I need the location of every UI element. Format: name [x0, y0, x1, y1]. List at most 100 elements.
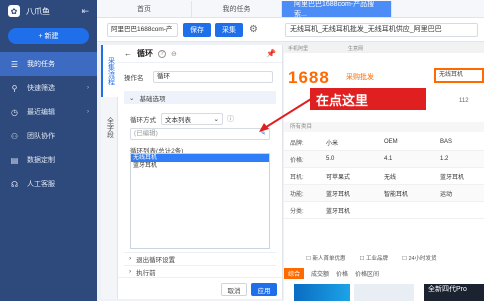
- brand-name: 八爪鱼: [26, 6, 50, 16]
- tab-current-task[interactable]: 阿里巴巴1688com-产品搜索...: [282, 1, 392, 18]
- list-item[interactable]: 无线耳机: [131, 154, 269, 162]
- top-link[interactable]: 手机阿里: [288, 45, 308, 52]
- table-cell[interactable]: 蓝牙耳机: [440, 172, 484, 181]
- loop-mode-row: 循环方式 文本列表 ⌄ ⓘ: [130, 113, 234, 125]
- cancel-button[interactable]: 取消: [221, 283, 247, 296]
- op-name-field[interactable]: 循环: [153, 71, 273, 83]
- task-name-input[interactable]: 阿里巴巴1688com-产: [107, 23, 178, 37]
- chevron-down-icon: ⌄: [213, 116, 219, 123]
- chevron-right-icon: ›: [87, 109, 89, 115]
- top-link[interactable]: 生意网: [348, 45, 363, 52]
- gear-icon[interactable]: ⚙: [249, 24, 258, 35]
- apply-button[interactable]: 应用: [251, 283, 277, 296]
- loop-text-input[interactable]: (已编辑): [130, 128, 270, 140]
- tab-workflow[interactable]: 采集流程: [101, 45, 118, 97]
- sidebar-item-recent[interactable]: ◷ 最近编辑 ›: [0, 100, 97, 124]
- chevron-right-icon: ›: [129, 255, 132, 262]
- page-url-bar[interactable]: 无线耳机_无线耳机批发_无线耳机供应_阿里巴巴: [285, 23, 478, 37]
- sidebar-item-support[interactable]: ☊ 人工客服: [0, 172, 97, 196]
- collapse-sidebar-icon[interactable]: ⇤: [81, 6, 89, 17]
- table-cell[interactable]: 4.1: [384, 156, 440, 162]
- category-bar[interactable]: 所有类目: [284, 122, 484, 132]
- table-cell[interactable]: 智能耳机: [384, 189, 440, 198]
- edit-icon[interactable]: ✎: [260, 129, 266, 137]
- tab-my-tasks[interactable]: 我的任务: [192, 1, 282, 17]
- loop-mode-select[interactable]: 文本列表 ⌄: [161, 113, 223, 125]
- filter-checkbox[interactable]: ☐ 新人首单优惠: [306, 254, 345, 262]
- headset-icon: ☊: [10, 179, 19, 189]
- text-input-row: (已编辑) ✎: [130, 128, 270, 140]
- toggle-icon[interactable]: ⊖: [171, 50, 177, 58]
- guide-tooltip: 在点这里: [310, 88, 426, 110]
- back-arrow-icon[interactable]: ←: [124, 49, 132, 58]
- sidebar-item-label: 数据定制: [27, 157, 55, 164]
- workflow-vertical-tabs: 采集流程 全字段: [101, 45, 118, 299]
- table-cell[interactable]: 蓝牙耳机: [326, 189, 384, 198]
- task-list-icon: ☰: [10, 59, 19, 69]
- table-cell[interactable]: 运动: [440, 189, 484, 198]
- loop-config-panel: ← 循环 ? ⊖ 📌 操作名 循环 ⌄ 基础选项 循环方式 文本列表 ⌄ ⓘ (…: [118, 45, 283, 299]
- site-logo[interactable]: 1688: [288, 68, 330, 88]
- table-row: 品牌: 小米 OEM BAS: [284, 134, 484, 151]
- table-cell[interactable]: 5.0: [326, 156, 384, 162]
- sidebar-item-label: 快速筛选: [27, 85, 55, 92]
- new-task-button[interactable]: + 新建: [8, 28, 89, 44]
- tab-home[interactable]: 首页: [97, 1, 192, 17]
- list-item[interactable]: 蓝牙耳机: [131, 162, 269, 170]
- clock-icon: ◷: [11, 107, 18, 117]
- octopus-logo-icon: ✿: [8, 5, 20, 17]
- chevron-right-icon: ›: [87, 85, 89, 91]
- sort-option[interactable]: 价格区间: [355, 269, 379, 278]
- help-icon[interactable]: ?: [158, 49, 166, 58]
- sort-option[interactable]: 价格: [336, 269, 348, 278]
- filter-checkbox[interactable]: ☐ 工业品牌: [359, 254, 387, 262]
- sidebar-item-label: 人工客服: [27, 181, 55, 188]
- sidebar-item-label: 最近编辑: [27, 109, 55, 116]
- sort-option[interactable]: 综合: [284, 268, 305, 279]
- tab-bar: 首页 我的任务 阿里巴巴1688com-产品搜索...: [97, 0, 484, 18]
- table-cell[interactable]: 可苹果式: [326, 172, 384, 181]
- help-icon[interactable]: ⓘ: [227, 114, 234, 124]
- table-cell: 价格:: [290, 157, 304, 164]
- sort-option[interactable]: 成交额: [311, 269, 329, 278]
- pin-icon[interactable]: 📌: [266, 49, 276, 58]
- result-count: 112: [459, 98, 469, 104]
- table-cell[interactable]: 无线: [384, 172, 440, 181]
- table-row: 耳机: 可苹果式 无线 蓝牙耳机: [284, 168, 484, 185]
- site-slogan: 采购批发: [346, 74, 374, 81]
- sidebar-item-team[interactable]: ⚇ 团队协作: [0, 124, 97, 148]
- section-before-exec[interactable]: › 执行前: [124, 265, 276, 277]
- table-cell[interactable]: 蓝牙耳机: [326, 206, 384, 215]
- data-icon: ▤: [10, 155, 19, 165]
- tab-all-fields[interactable]: 全字段: [101, 101, 118, 153]
- table-cell[interactable]: BAS: [440, 139, 484, 145]
- table-cell[interactable]: 小米: [326, 138, 384, 147]
- table-cell[interactable]: 1.2: [440, 156, 484, 162]
- loop-mode-label: 循环方式: [130, 117, 156, 124]
- task-toolbar: 阿里巴巴1688com-产 保存 采集 ⚙ 无线耳机_无线耳机批发_无线耳机供应…: [97, 18, 484, 42]
- filter-checkbox[interactable]: ☐ 24小时发货: [402, 254, 437, 262]
- attribute-filter-table: 品牌: 小米 OEM BAS 价格: 5.0 4.1 1.2 耳机: 可苹果式 …: [284, 134, 484, 219]
- save-button[interactable]: 保存: [183, 23, 211, 37]
- collect-button[interactable]: 采集: [215, 23, 243, 37]
- table-row: 功能: 蓝牙耳机 智能耳机 运动: [284, 185, 484, 202]
- sidebar-item-data-custom[interactable]: ▤ 数据定制: [0, 148, 97, 172]
- section-basic-options[interactable]: ⌄ 基础选项: [124, 91, 276, 104]
- table-cell[interactable]: OEM: [384, 139, 440, 145]
- sidebar-item-label: 我的任务: [27, 61, 55, 68]
- op-name-label: 操作名: [124, 75, 144, 82]
- product-image[interactable]: [294, 284, 350, 301]
- sidebar-item-quick-filter[interactable]: ⚲ 快速筛选 ›: [0, 76, 97, 100]
- loop-list[interactable]: 无线耳机 蓝牙耳机: [130, 153, 270, 249]
- panel-header: ← 循环 ? ⊖ 📌: [118, 45, 282, 63]
- product-image[interactable]: 全新四代Pro: [424, 284, 484, 301]
- section-exit-loop[interactable]: › 退出循环设置: [124, 252, 276, 264]
- site-search-input[interactable]: 无线耳机: [434, 68, 484, 83]
- brand: ✿ 八爪鱼 ⇤: [0, 0, 97, 22]
- webpage-preview: 手机阿里 生意网 1688 采购批发 无线耳机 在点这里 112 所有类目 品牌…: [284, 44, 484, 301]
- sidebar-item-my-tasks[interactable]: ☰ 我的任务: [0, 52, 97, 76]
- team-icon: ⚇: [10, 131, 19, 141]
- product-image[interactable]: [354, 284, 414, 301]
- panel-footer: 取消 应用: [118, 277, 283, 299]
- table-cell: 耳机:: [290, 174, 304, 181]
